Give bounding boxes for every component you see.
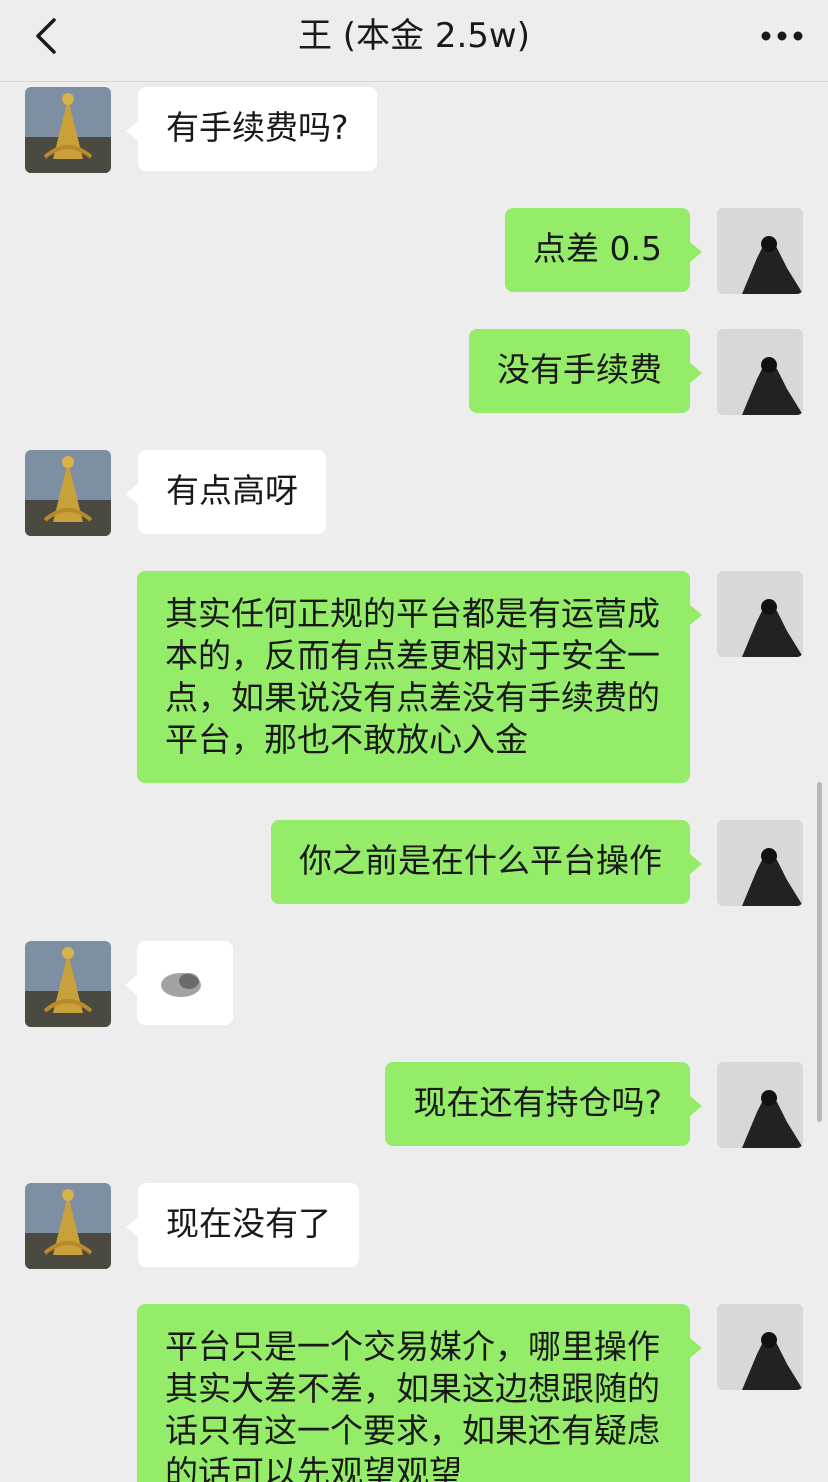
message-bubble-incoming[interactable]: 现在没有了 [126, 1183, 359, 1267]
message-bubble-outgoing[interactable]: 点差 0.5 [505, 208, 702, 292]
my-avatar[interactable] [717, 571, 803, 657]
message-bubble-outgoing[interactable]: 现在还有持仓吗? [385, 1062, 702, 1146]
message-list[interactable]: 有手续费吗? 点差 0.5 没有手续费 有点高呀 其实任何正规的平台都是有运营成… [0, 82, 828, 1482]
my-avatar[interactable] [717, 1304, 803, 1390]
my-avatar[interactable] [717, 1062, 803, 1148]
message-bubble-incoming[interactable]: 有点高呀 [126, 450, 326, 534]
top-bar: 王 (本金 2.5w) [0, 0, 828, 82]
chat-title: 王 (本金 2.5w) [297, 16, 531, 56]
contact-avatar[interactable] [25, 450, 111, 536]
more-dots-icon [761, 31, 803, 41]
my-avatar[interactable] [717, 820, 803, 906]
message-bubble-outgoing[interactable]: 其实任何正规的平台都是有运营成本的，反而有点差更相对于安全一点，如果说没有点差没… [137, 571, 702, 783]
message-bubble-outgoing[interactable]: 平台只是一个交易媒介，哪里操作其实大差不差，如果这边想跟随的话只有这一个要求，如… [137, 1304, 702, 1482]
contact-avatar[interactable] [25, 941, 111, 1027]
message-bubble-outgoing[interactable]: 没有手续费 [469, 329, 702, 413]
message-bubble-incoming[interactable] [125, 941, 233, 1025]
my-avatar[interactable] [717, 208, 803, 294]
message-bubble-incoming[interactable]: 有手续费吗? [126, 87, 377, 171]
message-bubble-outgoing[interactable]: 你之前是在什么平台操作 [271, 820, 702, 904]
my-avatar[interactable] [717, 329, 803, 415]
contact-avatar[interactable] [25, 87, 111, 173]
more-button[interactable] [758, 20, 806, 52]
contact-avatar[interactable] [25, 1183, 111, 1269]
scrollbar[interactable] [817, 782, 822, 1122]
blurred-content-icon [161, 973, 201, 997]
